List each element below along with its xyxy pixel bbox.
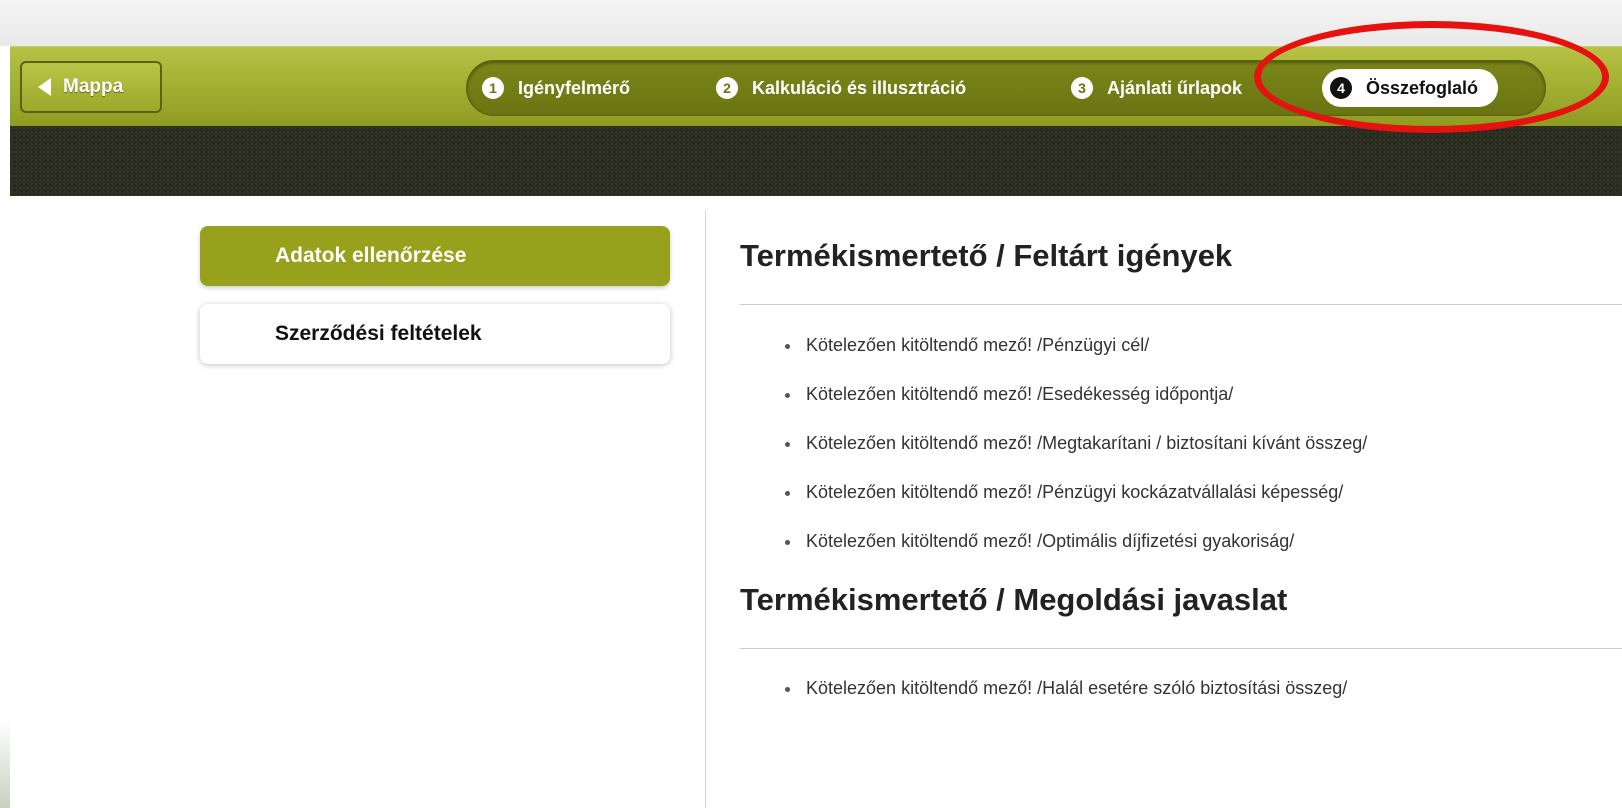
section-divider xyxy=(740,304,1622,305)
section-title-feltart-igenyek: Termékismertető / Feltárt igények xyxy=(740,238,1233,273)
step-3-ajanlati-urlapok[interactable]: 3 Ajánlati űrlapok xyxy=(1071,69,1242,107)
mappa-back-button[interactable]: Mappa xyxy=(20,61,162,113)
list-item: Kötelezően kitöltendő mező! /Optimális d… xyxy=(780,531,1367,580)
step-4-osszefoglalo[interactable]: 4 Összefoglaló xyxy=(1322,69,1499,107)
content-divider xyxy=(705,210,706,808)
step-number-icon: 4 xyxy=(1330,77,1352,99)
step-label: Ajánlati űrlapok xyxy=(1107,77,1243,98)
sidebar-item-szerzodesi-feltetelek[interactable]: Szerződési feltételek xyxy=(200,304,670,364)
dark-toolbar-band xyxy=(10,126,1622,196)
step-number-icon: 3 xyxy=(1071,77,1093,99)
required-fields-list-1: Kötelezően kitöltendő mező! /Pénzügyi cé… xyxy=(780,335,1367,580)
step-1-igenyfelmero[interactable]: 1 Igényfelmérő xyxy=(482,69,630,107)
step-number-icon: 1 xyxy=(482,77,504,99)
step-number-icon: 2 xyxy=(716,77,738,99)
list-item: Kötelezően kitöltendő mező! /Megtakaríta… xyxy=(780,433,1367,482)
step-2-kalkulacio[interactable]: 2 Kalkuláció és illusztráció xyxy=(716,69,966,107)
sidebar-item-adatok-ellenorzese[interactable]: Adatok ellenőrzése xyxy=(200,226,670,286)
step-label: Kalkuláció és illusztráció xyxy=(752,77,967,98)
top-strip xyxy=(0,0,1622,46)
required-fields-list-2: Kötelezően kitöltendő mező! /Halál eseté… xyxy=(780,678,1347,727)
list-item: Kötelezően kitöltendő mező! /Halál eseté… xyxy=(780,678,1347,727)
section-title-megoldasi-javaslat: Termékismertető / Megoldási javaslat xyxy=(740,582,1288,617)
section-divider xyxy=(740,648,1622,649)
list-item: Kötelezően kitöltendő mező! /Pénzügyi ko… xyxy=(780,482,1367,531)
step-label: Igényfelmérő xyxy=(518,77,631,98)
sidebar-item-label: Adatok ellenőrzése xyxy=(275,244,467,267)
list-item: Kötelezően kitöltendő mező! /Esedékesség… xyxy=(780,384,1367,433)
sidebar-item-label: Szerződési feltételek xyxy=(275,322,482,345)
mappa-back-label: Mappa xyxy=(63,76,124,97)
triangle-left-icon xyxy=(38,78,51,96)
corner-decoration xyxy=(0,720,10,808)
list-item: Kötelezően kitöltendő mező! /Pénzügyi cé… xyxy=(780,335,1367,384)
step-label: Összefoglaló xyxy=(1366,77,1479,98)
